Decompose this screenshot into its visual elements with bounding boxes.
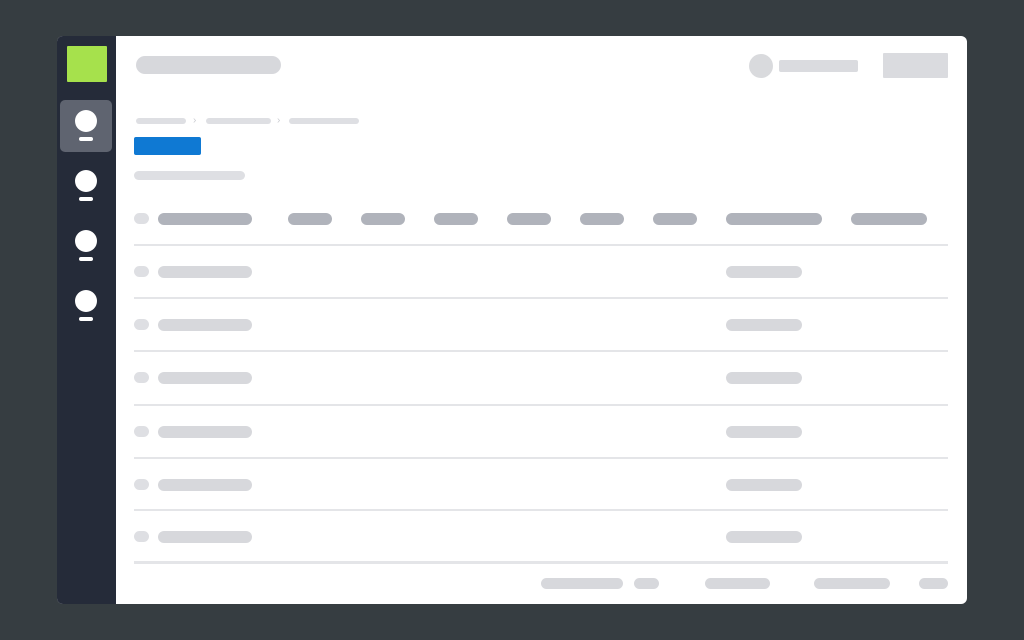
row-checkbox[interactable] [134,319,149,330]
sidebar-item-1[interactable] [60,100,112,152]
row-checkbox[interactable] [134,426,149,437]
page-range [705,578,770,589]
avatar[interactable] [749,54,773,78]
row-checkbox[interactable] [134,372,149,383]
column-header[interactable] [580,213,624,225]
table-divider [134,404,948,406]
app-logo[interactable] [67,46,107,82]
table-header [57,193,967,245]
primary-action-button[interactable] [134,137,201,155]
table-row[interactable] [57,512,967,564]
row-value [726,426,802,438]
select-all-checkbox[interactable] [134,213,149,224]
row-value [726,266,802,278]
user-icon [75,110,97,132]
breadcrumb-item-3 [289,118,359,124]
sidebar-item-label [79,137,93,141]
table-divider [134,561,948,564]
row-name [158,372,252,384]
row-name [158,426,252,438]
table-divider [134,350,948,352]
column-header[interactable] [507,213,551,225]
table-row[interactable] [57,407,967,459]
column-header[interactable] [726,213,822,225]
table-divider [134,457,948,459]
rows-per-page-select[interactable] [634,578,659,589]
pagination-info [541,578,623,589]
row-name [158,266,252,278]
breadcrumb-item-1[interactable] [136,118,186,124]
user-name [779,60,858,72]
row-value [726,531,802,543]
column-header[interactable] [361,213,405,225]
row-checkbox[interactable] [134,266,149,277]
row-value [726,372,802,384]
row-checkbox[interactable] [134,479,149,490]
table-row[interactable] [57,300,967,352]
chevron-right-icon: › [277,115,281,126]
column-header[interactable] [851,213,927,225]
column-header[interactable] [653,213,697,225]
page-nav-button[interactable] [814,578,890,589]
column-header[interactable] [434,213,478,225]
next-page-button[interactable] [919,578,948,589]
table-divider [134,509,948,511]
table-row[interactable] [57,353,967,405]
page-subtitle [134,171,245,180]
column-header[interactable] [158,213,252,225]
row-name [158,319,252,331]
row-name [158,531,252,543]
breadcrumb-item-2[interactable] [206,118,271,124]
search-input[interactable] [136,56,281,74]
table-divider [134,244,948,246]
row-name [158,479,252,491]
row-checkbox[interactable] [134,531,149,542]
table-row[interactable] [57,247,967,299]
column-header[interactable] [288,213,332,225]
table-row[interactable] [57,460,967,512]
user-icon [75,170,97,192]
row-value [726,479,802,491]
table-divider [134,297,948,299]
row-value [726,319,802,331]
app-window: › › [57,36,967,604]
chevron-right-icon: › [193,115,197,126]
header-action-button[interactable] [883,53,948,78]
